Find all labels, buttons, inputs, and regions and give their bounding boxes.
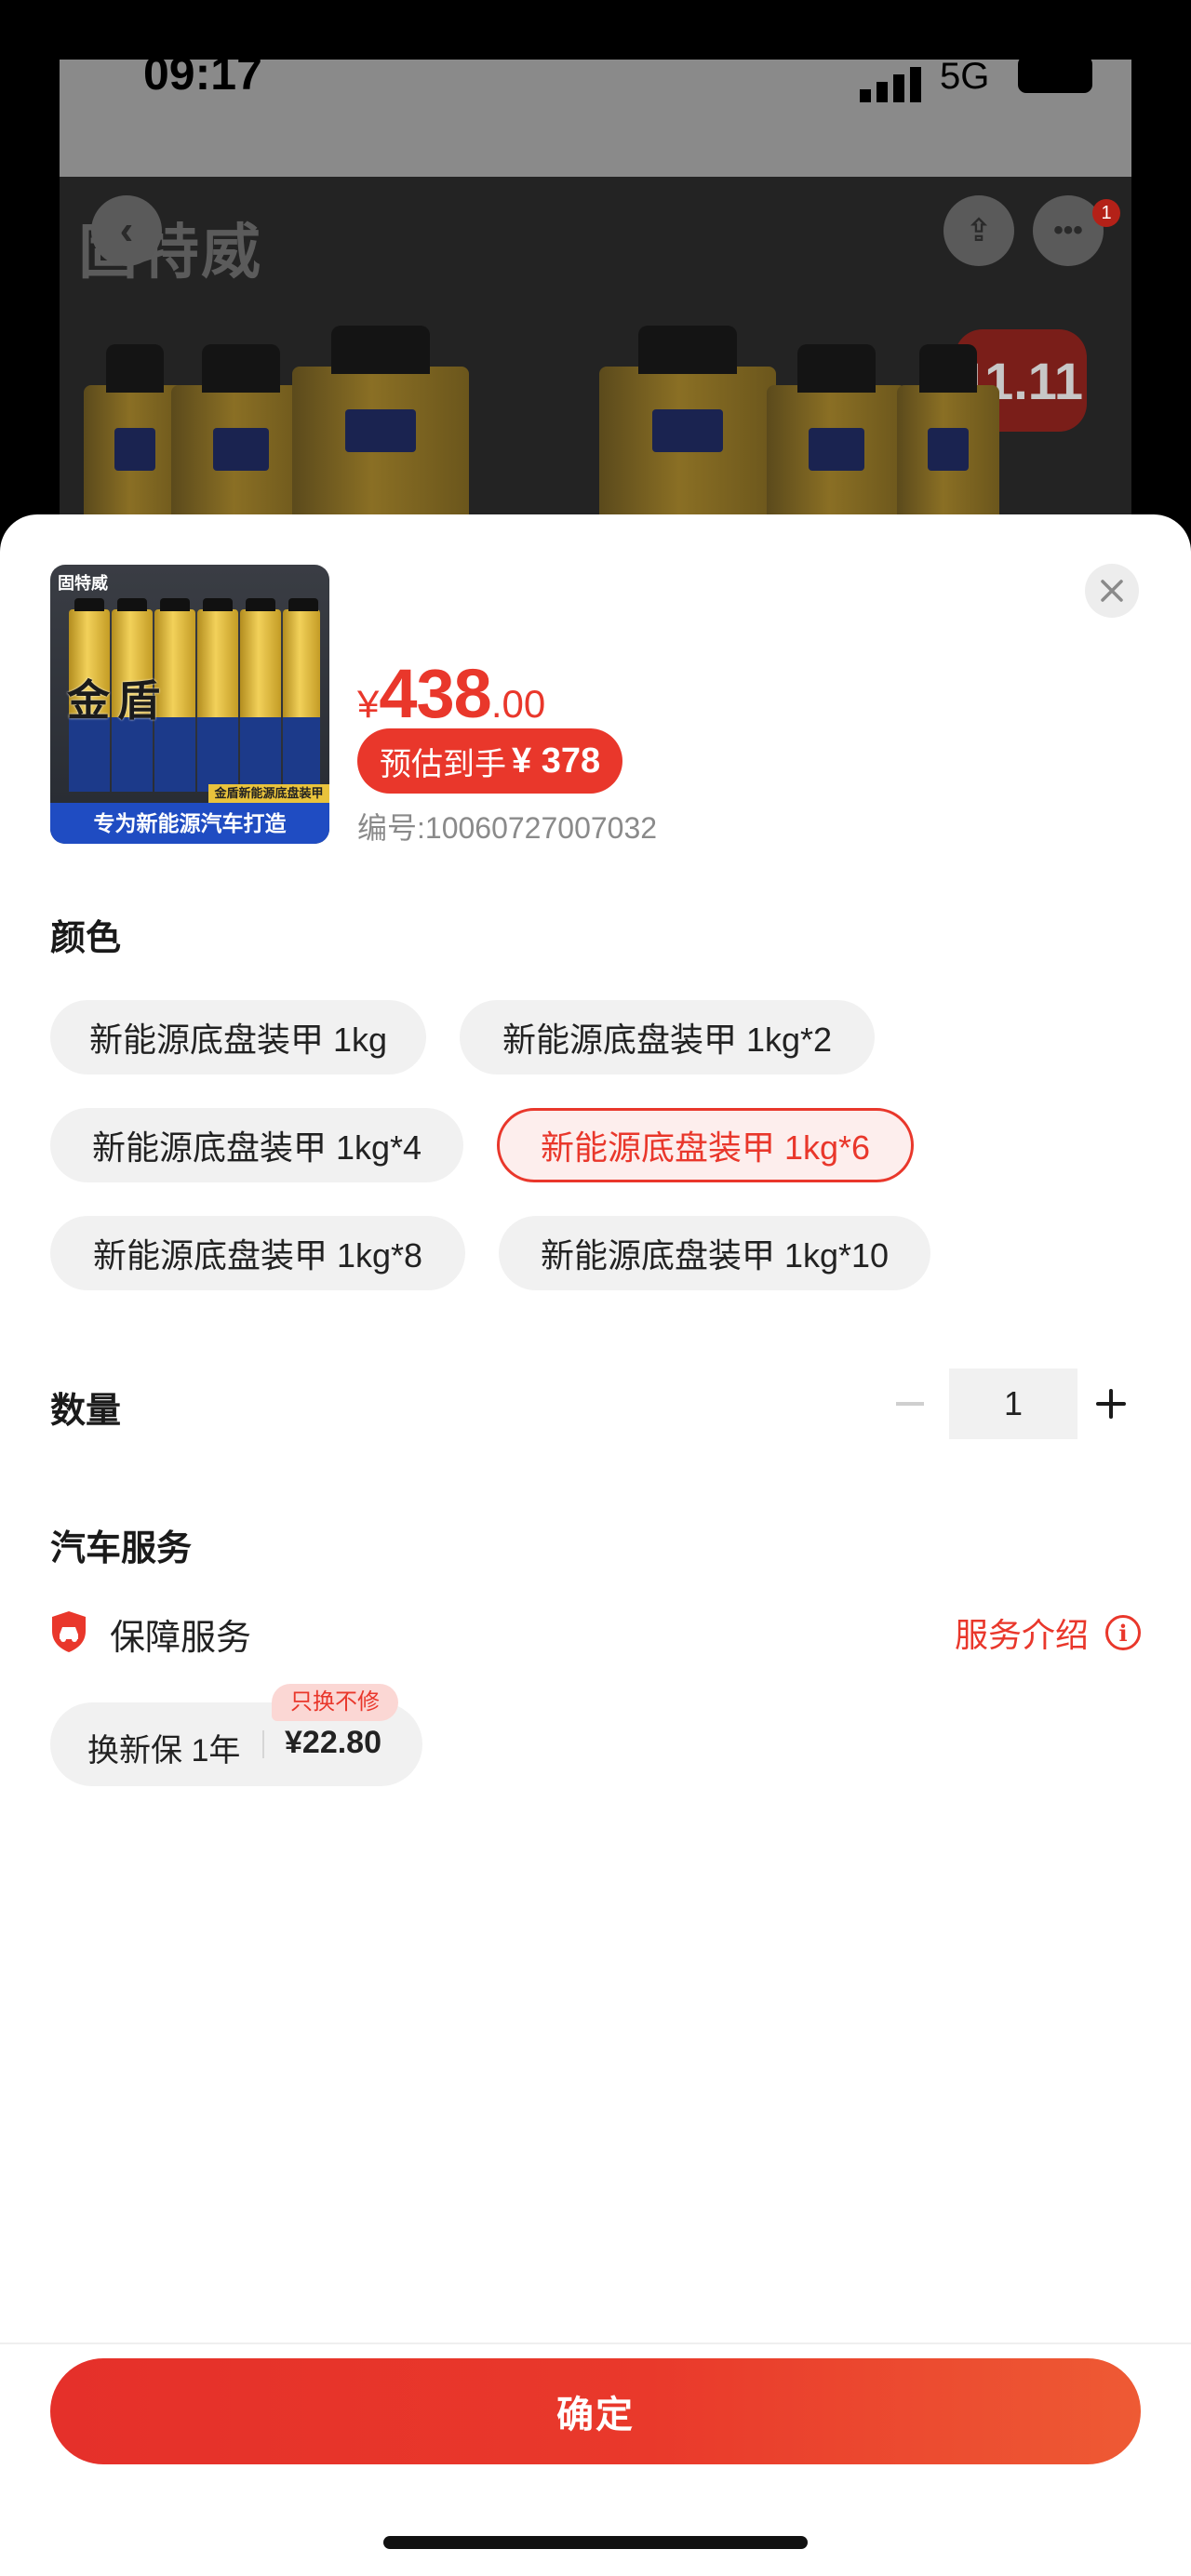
notification-badge: 1 <box>1092 199 1120 227</box>
background-product-page: 09:17 5G 固特威 ‹ ⇪ ••• 1 11.11 <box>0 0 1191 577</box>
service-option-chip[interactable]: 换新保 1年 ¥22.80 只换不修 <box>50 1684 422 1786</box>
shield-icon <box>52 1611 86 1652</box>
estimated-price-label: 预估到手 <box>380 746 506 782</box>
color-option-selected[interactable]: 新能源底盘装甲 1kg*6 <box>497 1108 914 1182</box>
estimated-price-amount: ¥ 378 <box>512 741 601 781</box>
increase-button[interactable] <box>1081 1368 1141 1439</box>
price-decimal: .00 <box>490 682 546 726</box>
color-option[interactable]: 新能源底盘装甲 1kg*8 <box>50 1216 465 1290</box>
network-label: 5G <box>940 60 990 97</box>
price-currency: ¥ <box>357 682 380 726</box>
protection-service-row: 保障服务 服务介绍 i <box>50 1603 1141 1659</box>
quantity-title: 数量 <box>50 1392 122 1431</box>
service-option-name: 换新保 1年 <box>87 1733 241 1768</box>
quantity-input[interactable]: 1 <box>949 1368 1077 1439</box>
color-option[interactable]: 新能源底盘装甲 1kg*10 <box>499 1216 930 1290</box>
sku-code: 编号:10060727007032 <box>357 811 658 845</box>
background-page-content: 09:17 5G 固特威 ‹ ⇪ ••• 1 11.11 <box>60 60 1131 577</box>
status-bar: 09:17 5G <box>60 60 1131 177</box>
thumbnail-can <box>283 598 320 792</box>
color-option[interactable]: 新能源底盘装甲 1kg*2 <box>460 1000 875 1074</box>
footer-divider <box>0 2342 1191 2344</box>
thumbnail-brand: 固特威 <box>58 574 108 593</box>
share-icon[interactable]: ⇪ <box>943 195 1014 266</box>
service-option-price: ¥22.80 <box>285 1725 381 1760</box>
close-icon <box>1101 580 1123 602</box>
info-icon: i <box>1105 1615 1141 1650</box>
confirm-button[interactable]: 确定 <box>50 2358 1141 2464</box>
close-button[interactable] <box>1085 564 1139 618</box>
signal-icon <box>860 67 921 102</box>
thumbnail-can <box>240 598 281 792</box>
color-option[interactable]: 新能源底盘装甲 1kg <box>50 1000 426 1074</box>
service-intro-label: 服务介绍 <box>954 1616 1089 1654</box>
thumbnail-strip: 金盾新能源底盘装甲 <box>208 784 329 803</box>
color-section-title: 颜色 <box>50 919 122 958</box>
plus-icon <box>1096 1389 1126 1419</box>
service-option-divider <box>262 1730 264 1758</box>
service-intro-link[interactable]: 服务介绍 i <box>955 1608 1141 1657</box>
price: ¥ 438 .00 <box>357 654 545 733</box>
battery-icon <box>1018 60 1092 93</box>
status-time: 09:17 <box>143 60 262 100</box>
protection-service-label: 保障服务 <box>110 1619 252 1658</box>
service-option-tag: 只换不修 <box>272 1684 398 1721</box>
thumbnail-title: 金盾 <box>67 676 167 725</box>
thumbnail-banner: 专为新能源汽车打造 <box>50 803 329 844</box>
back-icon[interactable]: ‹ <box>91 195 162 266</box>
sku-selection-sheet: 固特威 金盾 金盾新能源底盘装甲 专为新能源汽车打造 ¥ 438 .00 预估到… <box>0 514 1191 2576</box>
color-option[interactable]: 新能源底盘装甲 1kg*4 <box>50 1108 463 1182</box>
home-indicator <box>383 2536 808 2549</box>
price-integer: 438 <box>379 655 491 732</box>
product-thumbnail: 固特威 金盾 金盾新能源底盘装甲 专为新能源汽车打造 <box>50 565 329 844</box>
decrease-button[interactable] <box>875 1368 945 1439</box>
estimated-price-pill: 预估到手 ¥ 378 <box>357 728 623 794</box>
car-service-title: 汽车服务 <box>50 1529 193 1568</box>
quantity-stepper: 1 <box>875 1368 1141 1439</box>
thumbnail-can <box>197 598 238 792</box>
